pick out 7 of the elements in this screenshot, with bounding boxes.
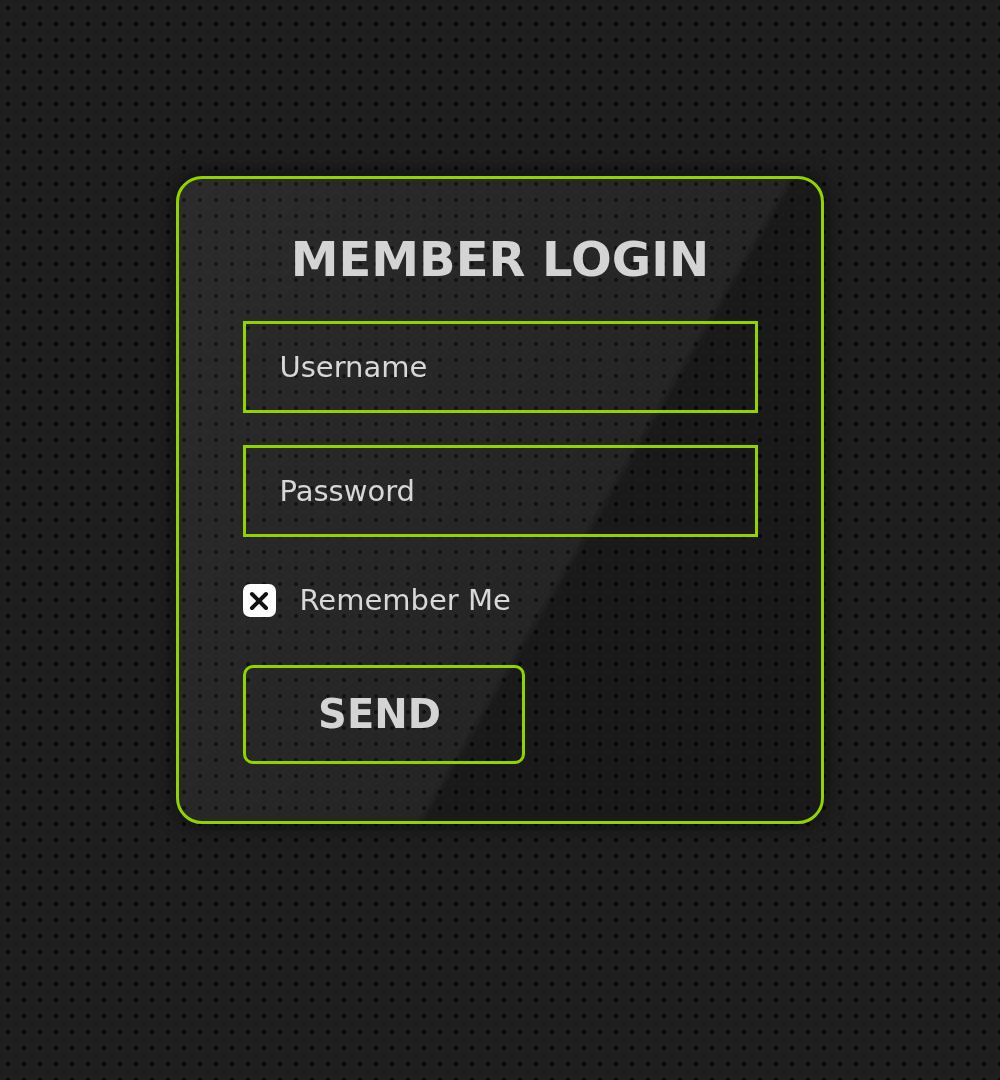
remember-checkbox[interactable]: [242, 584, 276, 618]
remember-label: Remember Me: [299, 582, 511, 619]
input-field[interactable]: Password: [242, 445, 758, 537]
cross-icon: [249, 590, 269, 611]
input-field[interactable]: Username: [242, 321, 758, 413]
login-title: MEMBER LOGIN: [290, 230, 710, 289]
send-button[interactable]: SEND: [242, 664, 525, 764]
